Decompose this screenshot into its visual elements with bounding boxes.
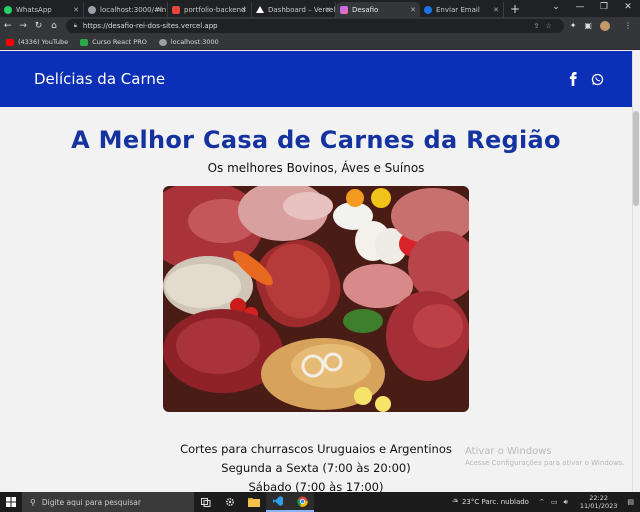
bookmark-label: localhost:3000 (170, 38, 219, 46)
curso-icon (80, 38, 89, 46)
whatsapp-icon[interactable] (591, 73, 604, 86)
menu-icon[interactable]: ⋮ (624, 21, 632, 31)
windows-activation-text: Acesse Configurações para ativar o Windo… (465, 459, 625, 467)
reload-icon[interactable]: ↻ (31, 21, 46, 31)
bookmark-label: (4336) YouTube (18, 38, 69, 46)
tab-localhost[interactable]: localhost:3000/#in ✕ (84, 2, 168, 17)
desafio-favicon-icon (340, 5, 348, 14)
close-icon[interactable]: ✕ (493, 6, 499, 14)
portfolio-favicon-icon (172, 5, 180, 14)
meat-assortment-image (163, 186, 469, 412)
clock-time: 22:22 (589, 494, 608, 502)
vscode-icon[interactable] (266, 492, 290, 512)
windows-taskbar: ⚲ Digite aqui para pesquisar ⛅︎ 23°C Par… (0, 492, 640, 512)
browser-toolbar: ← → ↻ ⌂ 🔒︎ https://desafio-rei-dos-sites… (0, 17, 640, 35)
tab-vercel-dashboard[interactable]: Dashboard – Vercel ✕ (252, 2, 336, 17)
home-icon[interactable]: ⌂ (46, 21, 61, 31)
taskbar-search-input[interactable]: ⚲ Digite aqui para pesquisar (22, 492, 194, 512)
forward-icon[interactable]: → (15, 21, 30, 31)
network-icon[interactable]: ▭ (551, 498, 558, 506)
page-subtitle: Os melhores Bovinos, Áves e Suínos (207, 161, 425, 175)
sidepanel-icon[interactable]: ▣ (584, 21, 592, 31)
tab-label: portfolio-backend (184, 5, 246, 14)
tab-desafio[interactable]: Desafio ✕ (336, 2, 420, 17)
settings-gear-icon[interactable] (218, 492, 242, 512)
close-icon[interactable]: ✕ (157, 6, 163, 14)
minimize-icon[interactable]: — (568, 0, 592, 17)
window-controls: ⌄ — ❐ ✕ (544, 0, 640, 17)
tab-label: Enviar Email (436, 5, 480, 14)
bookmarks-bar: (4336) YouTube Curso React PRO localhost… (0, 35, 640, 50)
taskbar-search-placeholder: Digite aqui para pesquisar (41, 497, 141, 507)
meat-photo-illustration (163, 186, 469, 412)
page-title: A Melhor Casa de Carnes da Região (71, 126, 561, 154)
back-icon[interactable]: ← (0, 21, 15, 31)
vercel-favicon-icon (256, 6, 264, 13)
extensions-icon[interactable]: ✦ (570, 21, 577, 31)
whatsapp-favicon-icon (4, 5, 12, 14)
globe-icon (158, 38, 167, 46)
brand-logo-text[interactable]: Delícias da Carne (34, 70, 165, 88)
page-scrollbar[interactable] (632, 51, 640, 492)
search-icon: ⚲ (30, 497, 36, 507)
bookmark-label: Curso React PRO (92, 38, 147, 46)
address-bar[interactable]: 🔒︎ https://desafio-rei-dos-sites.vercel.… (65, 19, 564, 33)
close-icon[interactable]: ✕ (73, 6, 79, 14)
clock-date: 11/01/2023 (579, 502, 618, 510)
volume-icon[interactable]: 🔊︎ (563, 498, 567, 507)
lock-icon[interactable]: 🔒︎ (74, 22, 77, 30)
bookmark-youtube[interactable]: (4336) YouTube (6, 38, 68, 46)
share-bookmark-icons[interactable]: ⇪☆ (534, 22, 558, 30)
tab-portfolio-backend[interactable]: portfolio-backend ✕ (168, 2, 252, 17)
file-explorer-icon[interactable] (242, 492, 266, 512)
scrollbar-thumb[interactable] (633, 111, 639, 206)
globe-favicon-icon (88, 5, 96, 14)
tab-whatsapp[interactable]: WhatsApp ✕ (0, 2, 84, 17)
windows-start-button[interactable] (0, 492, 22, 512)
avatar[interactable] (599, 21, 610, 31)
window-close-icon[interactable]: ✕ (616, 0, 640, 17)
toolbar-right: ✦ ▣ ⋮ (570, 21, 640, 31)
url-text[interactable]: https://desafio-rei-dos-sites.vercel.app (83, 22, 218, 30)
close-icon[interactable]: ✕ (410, 6, 416, 14)
social-links (567, 72, 604, 86)
taskbar-clock[interactable]: 22:22 11/01/2023 (580, 494, 617, 510)
close-icon[interactable]: ✕ (241, 6, 247, 14)
system-tray: ⛅︎ 23°C Parc. nublado ⌃ ▭ 🔊︎ 22:22 11/01… (452, 492, 640, 512)
windows-activation-title: Ativar o Windows (465, 446, 552, 457)
site-header: Delícias da Carne (0, 51, 632, 107)
bookmark-curso-react[interactable]: Curso React PRO (80, 38, 147, 46)
tab-label: WhatsApp (16, 5, 52, 14)
tray-expand-icon[interactable]: ⌃ (539, 498, 545, 506)
notifications-icon[interactable]: ▤ (627, 498, 634, 506)
chrome-icon[interactable] (290, 492, 314, 512)
bookmark-localhost[interactable]: localhost:3000 (158, 38, 219, 46)
tab-label: Desafio (352, 5, 379, 14)
youtube-icon (6, 38, 14, 46)
facebook-icon[interactable] (567, 72, 579, 86)
close-icon[interactable]: ✕ (325, 6, 331, 14)
windows-logo-icon (6, 497, 16, 507)
weather-text[interactable]: 23°C Parc. nublado (462, 498, 529, 506)
task-view-icon[interactable] (194, 492, 218, 512)
tab-search-icon[interactable]: ⌄ (544, 0, 568, 17)
new-tab-icon[interactable]: + (510, 2, 520, 17)
tab-enviar-email[interactable]: Enviar Email ✕ (420, 2, 504, 17)
weather-icon[interactable]: ⛅︎ (452, 498, 458, 507)
browser-tab-strip: WhatsApp ✕ localhost:3000/#in ✕ portfoli… (0, 0, 640, 17)
email-favicon-icon (424, 5, 432, 14)
maximize-icon[interactable]: ❐ (592, 0, 616, 17)
